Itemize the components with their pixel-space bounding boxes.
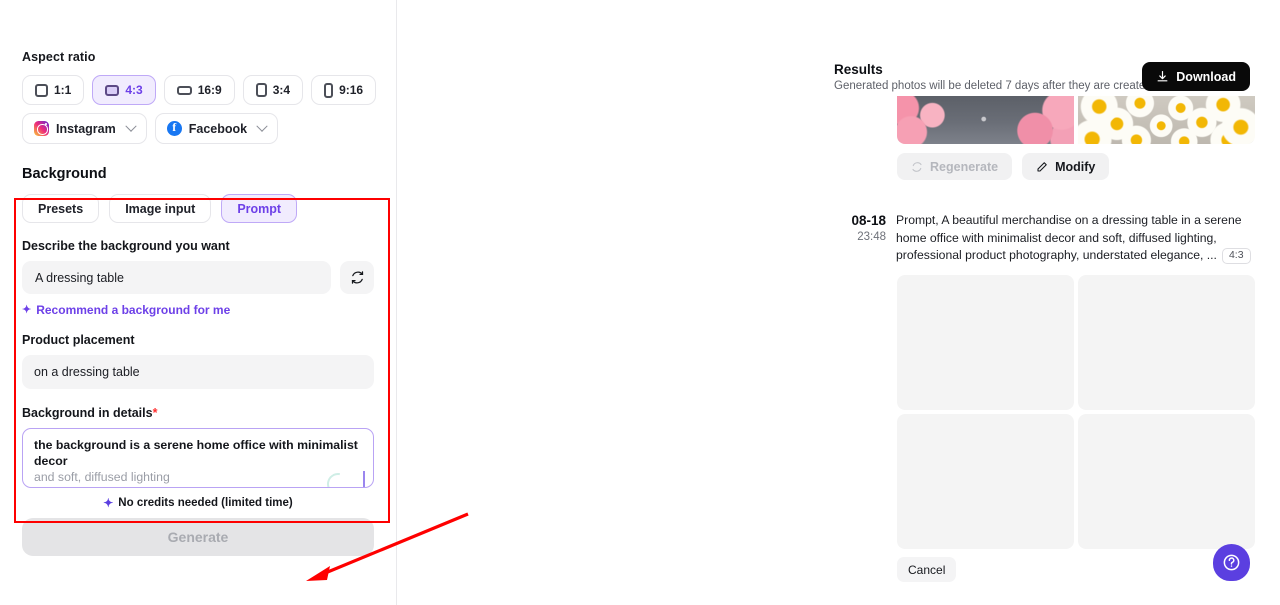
portrait-icon (255, 83, 267, 97)
history-entry: 08-18 23:48 Prompt, A beautiful merchand… (834, 212, 1264, 265)
background-details-line1: the background is a serene home office w… (34, 438, 358, 468)
history-prompt-text: Prompt, A beautiful merchandise on a dre… (896, 212, 1264, 265)
app-root: Aspect ratio 1:1 4:3 16:9 3:4 9:16 Insta… (0, 0, 1280, 605)
chevron-down-icon (256, 120, 268, 132)
download-icon (1157, 71, 1168, 82)
describe-background-label: Describe the background you want (22, 239, 230, 253)
describe-background-input[interactable]: A dressing table (22, 261, 331, 294)
tab-prompt[interactable]: Prompt (221, 194, 298, 223)
social-preset-options: Instagram Facebook (22, 113, 374, 144)
result-placeholder (1078, 275, 1255, 410)
history-time: 23:48 (857, 231, 886, 243)
background-details-line2: and soft, diffused lighting (34, 470, 170, 484)
product-placement-label: Product placement (22, 333, 135, 347)
social-preset-facebook[interactable]: Facebook (154, 113, 279, 144)
pencil-icon (1037, 161, 1047, 172)
social-preset-instagram[interactable]: Instagram (22, 113, 147, 144)
results-subtitle: Generated photos will be deleted 7 days … (834, 80, 1155, 92)
result-placeholder (1078, 414, 1255, 549)
result-placeholder (897, 275, 1074, 410)
download-button-label: Download (1176, 69, 1236, 84)
text-caret (363, 471, 365, 487)
social-preset-instagram-label: Instagram (56, 121, 116, 136)
aspect-ratio-1-1[interactable]: 1:1 (22, 75, 85, 105)
help-button[interactable] (1213, 544, 1250, 581)
sparkle-icon: ✦ (103, 496, 114, 510)
sparkle-icon: ✦ (22, 303, 32, 316)
aspect-ratio-4-3-label: 4:3 (125, 83, 143, 97)
instagram-icon (34, 121, 49, 136)
result-thumbnails (897, 96, 1255, 144)
refresh-icon (912, 161, 922, 172)
cancel-button[interactable]: Cancel (897, 557, 957, 582)
page-title: Results (834, 62, 883, 77)
chevron-down-icon (125, 120, 137, 132)
tab-image-input[interactable]: Image input (109, 194, 212, 223)
background-details-textarea[interactable]: the background is a serene home office w… (22, 428, 374, 488)
aspect-ratio-16-9[interactable]: 16:9 (163, 75, 235, 105)
describe-background-row: A dressing table (22, 261, 374, 294)
history-ratio-badge: 4:3 (1221, 247, 1251, 264)
modify-button-label: Modify (1055, 159, 1096, 174)
result-thumbnail-1[interactable] (897, 96, 1074, 144)
aspect-ratio-options: 1:1 4:3 16:9 3:4 9:16 (22, 75, 377, 105)
result-thumbnail-2[interactable] (1078, 96, 1255, 144)
tall-icon (324, 82, 334, 98)
history-prompt-value: Prompt, A beautiful merchandise on a dre… (896, 213, 1242, 262)
aspect-ratio-3-4[interactable]: 3:4 (242, 75, 304, 105)
aspect-ratio-9-16[interactable]: 9:16 (311, 75, 377, 105)
result-actions: Regenerate Modify (897, 153, 1110, 180)
background-details-label: Background in details* (22, 406, 374, 420)
credits-note-label: No credits needed (limited time) (118, 497, 293, 509)
background-details-label-text: Background in details (22, 406, 153, 420)
regenerate-button[interactable]: Regenerate (897, 153, 1013, 180)
download-button[interactable]: Download (1142, 62, 1250, 91)
aspect-ratio-3-4-label: 3:4 (272, 83, 291, 97)
square-icon (35, 83, 48, 97)
background-heading: Background (22, 166, 107, 182)
background-mode-tabs: Presets Image input Prompt (22, 194, 374, 223)
aspect-ratio-16-9-label: 16:9 (197, 83, 222, 97)
result-placeholder-grid (897, 275, 1255, 549)
wide-icon (176, 85, 192, 95)
question-mark-icon (1223, 554, 1240, 571)
facebook-icon (166, 120, 182, 136)
required-asterisk: * (152, 406, 158, 420)
result-placeholder (897, 414, 1074, 549)
recommend-background-link[interactable]: ✦ Recommend a background for me (22, 303, 374, 317)
social-preset-facebook-label: Facebook (188, 121, 248, 136)
landscape-icon (105, 84, 120, 96)
aspect-ratio-label: Aspect ratio (22, 50, 96, 64)
results-panel: Results Generated photos will be deleted… (397, 0, 1280, 605)
recommend-background-label: Recommend a background for me (36, 303, 231, 317)
aspect-ratio-1-1-label: 1:1 (54, 83, 72, 97)
regenerate-button-label: Regenerate (930, 159, 999, 174)
annotation-arrow (306, 512, 469, 581)
history-date: 08-18 (851, 213, 886, 228)
refresh-icon[interactable] (340, 261, 374, 294)
aspect-ratio-4-3[interactable]: 4:3 (92, 75, 156, 105)
history-timestamp: 08-18 23:48 (834, 212, 886, 265)
product-placement-input[interactable]: on a dressing table (22, 355, 374, 389)
aspect-ratio-9-16-label: 9:16 (339, 83, 364, 97)
modify-button[interactable]: Modify (1022, 153, 1110, 180)
tab-presets[interactable]: Presets (22, 194, 100, 223)
